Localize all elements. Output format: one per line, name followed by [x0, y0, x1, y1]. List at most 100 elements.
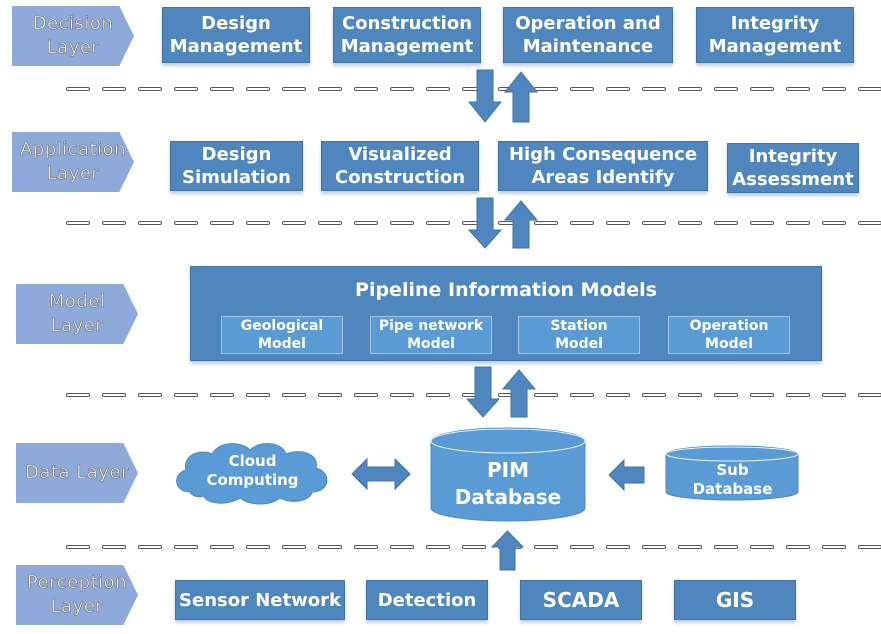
application-layer-line1: Application	[19, 139, 127, 161]
separator-dash	[678, 221, 702, 225]
left-arrow	[608, 458, 645, 492]
dm-line2: Management	[169, 36, 303, 57]
separator-dash	[642, 545, 666, 549]
separator-dash	[858, 393, 881, 397]
integrity-management-box: Integrity Management	[696, 7, 854, 63]
station-model-box: Station Model	[518, 316, 640, 354]
pipeline-information-models-panel: Pipeline Information Models Geological Mo…	[190, 266, 822, 361]
cloud-line2: Computing	[206, 471, 299, 489]
operation-maintenance-box: Operation and Maintenance	[503, 7, 673, 63]
op-line1: Operation	[689, 318, 769, 334]
separator-dash	[246, 393, 270, 397]
separator-dash	[786, 87, 810, 91]
perception-layer-line1: Perception	[26, 572, 128, 594]
separator-dash	[354, 393, 378, 397]
double-arrow	[351, 457, 411, 491]
separator-dash	[606, 87, 630, 91]
separator-dash	[390, 87, 414, 91]
im-line1: Integrity	[730, 13, 820, 34]
im-line2: Management	[708, 36, 842, 57]
separator-dash	[822, 87, 846, 91]
separator-dash	[750, 545, 774, 549]
separator-dash	[102, 545, 126, 549]
om-line1: Operation and	[515, 13, 661, 34]
layer-tag-data: Data Layer	[16, 443, 138, 503]
design-simulation-box: Design Simulation	[170, 141, 303, 191]
separator-dash	[822, 221, 846, 225]
separator-dash	[750, 87, 774, 91]
arrow-pair-model-data	[465, 366, 537, 418]
layer-tag-decision: Decision Layer	[12, 6, 134, 66]
layer-tag-application: Application Layer	[12, 132, 134, 192]
double-arrow-icon	[351, 457, 411, 491]
separator-dash	[102, 221, 126, 225]
up-arrow-icon	[503, 71, 539, 123]
separator-dash	[390, 221, 414, 225]
ia-line1: Integrity	[748, 146, 838, 167]
arrow-pair-decision-application	[467, 69, 539, 123]
pipe-line2: Model	[407, 336, 455, 352]
separator-dash	[102, 87, 126, 91]
hca-line2: Areas Identify	[531, 167, 675, 188]
separator-dash	[606, 545, 630, 549]
separator-dash	[66, 221, 90, 225]
down-arrow-icon	[465, 366, 501, 418]
separator-dash	[282, 221, 306, 225]
separator-dash	[606, 221, 630, 225]
separator-dash	[354, 545, 378, 549]
separator-dash	[66, 87, 90, 91]
separator-dash	[138, 393, 162, 397]
down-arrow-icon	[467, 197, 503, 249]
ia-line2: Assessment	[732, 169, 854, 190]
scada-box: SCADA	[520, 580, 642, 620]
separator-dash	[786, 545, 810, 549]
separator-dash	[246, 545, 270, 549]
visualized-construction-box: Visualized Construction	[321, 141, 479, 191]
separator-dash	[138, 87, 162, 91]
separator-dash	[318, 221, 342, 225]
integrity-assessment-box: Integrity Assessment	[727, 143, 859, 193]
separator-dash	[678, 393, 702, 397]
separator-dash	[390, 545, 414, 549]
separator-dash	[210, 393, 234, 397]
separator-dash	[678, 87, 702, 91]
separator-dash	[426, 393, 450, 397]
operation-model-box: Operation Model	[668, 316, 790, 354]
model-layer-line1: Model	[48, 291, 106, 313]
geo-line2: Model	[258, 336, 306, 352]
gis-label: GIS	[715, 587, 755, 612]
separator-dash	[750, 221, 774, 225]
separator-dash	[570, 87, 594, 91]
separator-dash	[858, 221, 881, 225]
separator-dash	[678, 545, 702, 549]
scada-label: SCADA	[542, 587, 620, 612]
separator-dash	[642, 87, 666, 91]
separator-dash	[426, 545, 450, 549]
separator-dash	[282, 393, 306, 397]
separator-dash	[714, 221, 738, 225]
pimdb-line2: Database	[454, 485, 562, 509]
decision-layer-line1: Decision	[32, 13, 114, 35]
separator-dash	[354, 87, 378, 91]
separator-dash	[822, 545, 846, 549]
separator-dash	[570, 545, 594, 549]
separator-dash	[210, 545, 234, 549]
separator-dash	[426, 221, 450, 225]
application-layer-line2: Layer	[46, 163, 100, 185]
pipe-network-model-box: Pipe network Model	[370, 316, 492, 354]
separator-dash	[534, 545, 558, 549]
separator-dash	[210, 87, 234, 91]
pimdb-line1: PIM	[486, 458, 529, 482]
separator-dash	[858, 87, 881, 91]
separator-dash	[138, 545, 162, 549]
ds-line2: Simulation	[182, 167, 291, 188]
vc-line2: Construction	[334, 167, 466, 188]
gis-box: GIS	[674, 580, 796, 620]
up-arrow-icon	[503, 200, 539, 249]
detection-label: Detection	[377, 589, 477, 611]
separator-dash	[390, 393, 414, 397]
perception-layer-line2: Layer	[50, 596, 104, 618]
separator-dash	[714, 87, 738, 91]
arrow-perception-data	[490, 530, 525, 571]
separator-dash	[318, 87, 342, 91]
